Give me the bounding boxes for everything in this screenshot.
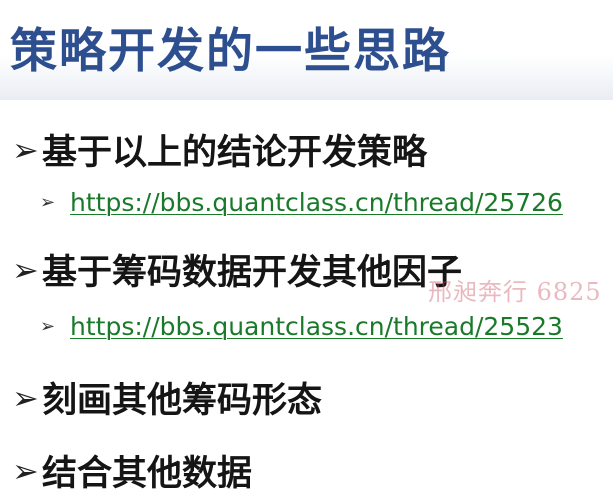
watermark: 邢昶奔行 6825 <box>428 278 602 306</box>
bullet-text: 结合其他数据 <box>42 454 253 494</box>
arrow-bullet-icon: ➢ <box>12 130 39 169</box>
arrow-bullet-icon: ➢ <box>12 250 39 289</box>
bullet-item: ➢ 基于筹码数据开发其他因子 <box>12 244 462 295</box>
arrow-bullet-icon: ➢ <box>12 451 39 490</box>
slide-title: 策略开发的一些思路 <box>10 24 451 79</box>
bullet-item: ➢ 结合其他数据 <box>12 445 252 496</box>
forum-thread-link[interactable]: https://bbs.quantclass.cn/thread/25523 <box>70 312 563 341</box>
forum-thread-link[interactable]: https://bbs.quantclass.cn/thread/25726 <box>70 188 563 217</box>
bullet-text: 基于以上的结论开发策略 <box>42 133 428 173</box>
arrow-bullet-icon: ➢ <box>40 315 56 337</box>
sub-bullet-item: ➢ https://bbs.quantclass.cn/thread/25726 <box>40 188 563 217</box>
bullet-item: ➢ 基于以上的结论开发策略 <box>12 124 427 175</box>
bullet-item: ➢ 刻画其他筹码形态 <box>12 372 322 423</box>
sub-bullet-item: ➢ https://bbs.quantclass.cn/thread/25523 <box>40 312 563 341</box>
bullet-text: 基于筹码数据开发其他因子 <box>42 253 463 293</box>
arrow-bullet-icon: ➢ <box>40 191 56 213</box>
arrow-bullet-icon: ➢ <box>12 378 39 417</box>
bullet-text: 刻画其他筹码形态 <box>42 381 323 421</box>
